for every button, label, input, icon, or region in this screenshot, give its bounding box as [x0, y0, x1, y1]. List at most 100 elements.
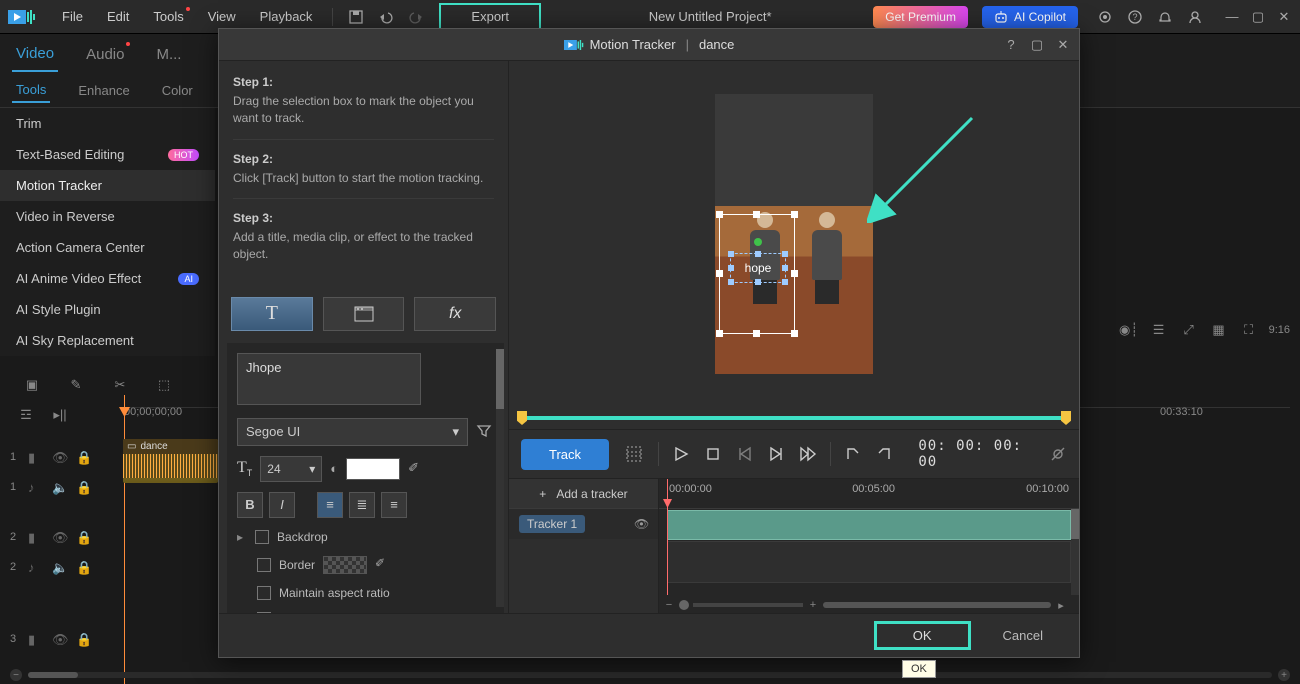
scroll-thumb[interactable]	[1071, 509, 1079, 539]
settings-icon[interactable]	[1096, 8, 1114, 26]
close-icon[interactable]: ✕	[1276, 9, 1292, 25]
menu-view[interactable]: View	[198, 5, 246, 28]
preview-area[interactable]: hope	[509, 61, 1079, 407]
preview-range-slider[interactable]	[509, 407, 1079, 429]
zoom-out-icon[interactable]: −	[10, 669, 22, 681]
get-premium-button[interactable]: Get Premium	[873, 6, 968, 28]
eyedropper-icon[interactable]: ✐	[375, 556, 393, 574]
align-center-button[interactable]: ≣	[349, 492, 375, 518]
menu-playback[interactable]: Playback	[250, 5, 323, 28]
border-texture-swatch[interactable]	[323, 556, 367, 574]
menu-file[interactable]: File	[52, 5, 93, 28]
pen-icon[interactable]: ✎	[64, 373, 88, 397]
scroll-thumb[interactable]	[496, 349, 504, 409]
sidebar-item-text-edit[interactable]: Text-Based EditingHOT	[0, 139, 215, 170]
ok-button[interactable]: OK	[874, 621, 971, 650]
cut-icon[interactable]: ✂	[108, 373, 132, 397]
fast-forward-icon[interactable]	[798, 443, 818, 465]
resize-handle[interactable]	[728, 251, 734, 257]
resize-handle[interactable]	[791, 270, 798, 277]
export-button[interactable]: Export	[439, 3, 541, 30]
attach-text-button[interactable]: T	[231, 297, 313, 331]
lock-icon[interactable]: 🔒	[76, 560, 90, 574]
resize-handle[interactable]	[728, 279, 734, 285]
bell-icon[interactable]	[1156, 8, 1174, 26]
prev-frame-icon[interactable]	[735, 443, 755, 465]
range-start-handle[interactable]	[517, 411, 527, 425]
scroll-track[interactable]	[28, 672, 1272, 678]
align-right-button[interactable]: ≡	[381, 492, 407, 518]
dialog-help-icon[interactable]: ?	[1003, 37, 1019, 53]
track-button[interactable]: Track	[521, 439, 609, 470]
font-select[interactable]: Segoe UI ▾	[237, 418, 468, 446]
lock-icon[interactable]: 🔒	[76, 480, 90, 494]
visible-icon[interactable]: 👁	[52, 632, 66, 646]
tab-audio[interactable]: Audio	[82, 38, 128, 71]
dialog-maximize-icon[interactable]: ▢	[1029, 37, 1045, 53]
menu-tools[interactable]: Tools	[143, 5, 193, 28]
dialog-close-icon[interactable]: ✕	[1055, 37, 1071, 53]
tracker-name[interactable]: Tracker 1	[519, 515, 585, 533]
audio-icon[interactable]: ♪	[28, 480, 42, 494]
resize-handle[interactable]	[755, 251, 761, 257]
user-icon[interactable]	[1186, 8, 1204, 26]
audio-icon[interactable]: ♪	[28, 560, 42, 574]
resize-handle[interactable]	[755, 279, 761, 285]
expand-caret-icon[interactable]: ▸	[237, 530, 243, 544]
zoom-out-icon[interactable]: −	[663, 599, 675, 611]
subtab-tools[interactable]: Tools	[12, 78, 50, 103]
add-tracker-button[interactable]: + Add a tracker	[509, 479, 658, 509]
scroll-right-icon[interactable]: ▸	[1055, 599, 1067, 611]
video-icon[interactable]: ▮	[28, 530, 42, 544]
sidebar-item-motion-tracker[interactable]: Motion Tracker	[0, 170, 215, 201]
minimize-icon[interactable]: —	[1224, 9, 1240, 25]
zoom-in-icon[interactable]: +	[807, 599, 819, 611]
tracking-selection-box[interactable]: hope	[719, 214, 795, 334]
step-icon[interactable]: ▸||	[48, 403, 72, 427]
sidebar-item-ai-sky[interactable]: AI Sky Replacement	[0, 325, 215, 356]
resize-handle[interactable]	[716, 211, 723, 218]
timeline-clip[interactable]: ▭dance	[123, 439, 218, 483]
scroll-thumb[interactable]	[823, 602, 1051, 608]
scroll-thumb[interactable]	[28, 672, 78, 678]
cancel-button[interactable]: Cancel	[991, 624, 1055, 647]
font-size-select[interactable]: 24▾	[260, 456, 322, 482]
fullscreen-icon[interactable]: ⛶	[1239, 320, 1259, 340]
range-end-handle[interactable]	[1061, 411, 1071, 425]
tracker-vscrollbar[interactable]	[1071, 509, 1079, 595]
resize-handle[interactable]	[728, 265, 734, 271]
tracker-playhead[interactable]	[667, 479, 668, 595]
maximize-icon[interactable]: ▢	[1250, 9, 1266, 25]
sidebar-item-ai-anime[interactable]: AI Anime Video EffectAI	[0, 263, 215, 294]
contrast-icon[interactable]: ◐	[330, 461, 338, 476]
crop-tool-icon[interactable]	[621, 440, 646, 468]
list-icon[interactable]: ☰	[1149, 320, 1169, 340]
tracker-lane[interactable]: 00:00:00 00:05:00 00:10:00 − + ▸	[659, 479, 1079, 613]
ai-copilot-button[interactable]: AI Copilot	[982, 6, 1078, 28]
play-icon[interactable]	[671, 443, 691, 465]
border-checkbox[interactable]	[257, 558, 271, 572]
slider-track[interactable]	[519, 416, 1069, 420]
resize-handle[interactable]	[716, 270, 723, 277]
mute-icon[interactable]: 🔈	[52, 560, 66, 574]
zoom-track[interactable]	[693, 603, 803, 607]
tracker-empty-lane[interactable]	[667, 541, 1071, 583]
attach-media-button[interactable]	[323, 297, 405, 331]
sidebar-item-reverse[interactable]: Video in Reverse	[0, 201, 215, 232]
redo-icon[interactable]	[407, 8, 425, 26]
mark-out-icon[interactable]	[875, 443, 895, 465]
backdrop-checkbox[interactable]	[255, 530, 269, 544]
eyedropper-icon[interactable]: ✐	[408, 460, 426, 478]
dialog-titlebar[interactable]: Motion Tracker | dance ? ▢ ✕	[219, 29, 1079, 61]
align-left-button[interactable]: ≡	[317, 492, 343, 518]
marker-icon[interactable]: ▣	[20, 373, 44, 397]
resize-handle[interactable]	[782, 251, 788, 257]
record-icon[interactable]: ◉┊	[1119, 320, 1139, 340]
visibility-icon[interactable]: 👁	[634, 517, 648, 531]
scroll-track[interactable]	[823, 602, 1051, 608]
stop-icon[interactable]	[703, 443, 723, 465]
tracker-row[interactable]: Tracker 1 👁	[509, 509, 658, 539]
tracker-hscrollbar[interactable]: − + ▸	[663, 599, 1067, 611]
tracker-clip[interactable]	[667, 510, 1071, 540]
resize-handle[interactable]	[791, 330, 798, 337]
